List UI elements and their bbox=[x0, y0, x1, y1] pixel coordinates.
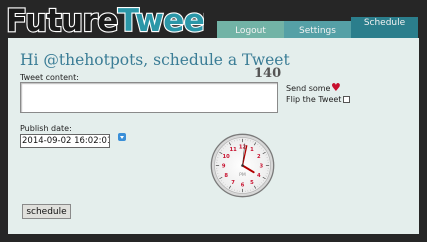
schedule-button[interactable]: schedule bbox=[22, 204, 71, 219]
send-some-label: Send some bbox=[286, 84, 331, 93]
tweet-content-label: Tweet content: bbox=[20, 73, 79, 82]
main-nav: Logout Settings Schedule bbox=[217, 17, 419, 38]
clock-number: 10 bbox=[223, 154, 231, 160]
clock-number: 5 bbox=[250, 180, 254, 186]
logo-tweets-text: Tweets bbox=[118, 3, 204, 38]
time-picker-clock[interactable]: 12 1234567891011 PM bbox=[210, 133, 275, 198]
heart-icon[interactable]: ♥ bbox=[331, 81, 341, 94]
tab-schedule[interactable]: Schedule bbox=[351, 17, 418, 38]
publish-date-label: Publish date: bbox=[20, 124, 72, 133]
clock-number: 4 bbox=[257, 173, 261, 179]
publish-date-input[interactable]: 2014-09-02 16:02:01 bbox=[20, 134, 110, 148]
char-counter: 140 bbox=[254, 66, 282, 81]
futuretweets-logo: FutureTweets bbox=[5, 2, 204, 38]
clock-number: 11 bbox=[229, 147, 237, 153]
clock-number: 3 bbox=[260, 163, 264, 169]
clock-number: 6 bbox=[241, 182, 245, 188]
flip-tweet-label: Flip the Tweet bbox=[286, 95, 342, 104]
clock-number: 9 bbox=[222, 163, 226, 169]
tweet-content-input[interactable] bbox=[20, 82, 278, 113]
clock-number: 1 bbox=[250, 147, 254, 153]
schedule-panel: Hi @thehotpots, schedule a Tweet Tweet c… bbox=[8, 38, 419, 234]
calendar-dropdown-icon[interactable] bbox=[118, 133, 126, 141]
clock-period: PM bbox=[239, 172, 246, 178]
clock-number: 8 bbox=[224, 173, 228, 179]
tab-logout[interactable]: Logout bbox=[217, 21, 284, 38]
tab-settings[interactable]: Settings bbox=[284, 21, 351, 38]
page-title: Hi @thehotpots, schedule a Tweet bbox=[20, 51, 290, 69]
logo-future-text: Future bbox=[6, 3, 118, 38]
flip-tweet-checkbox[interactable] bbox=[343, 96, 350, 103]
clock-center bbox=[241, 164, 244, 167]
clock-number: 7 bbox=[231, 180, 235, 186]
svg-text:FutureTweets: FutureTweets bbox=[6, 3, 204, 38]
clock-number: 2 bbox=[257, 154, 261, 160]
